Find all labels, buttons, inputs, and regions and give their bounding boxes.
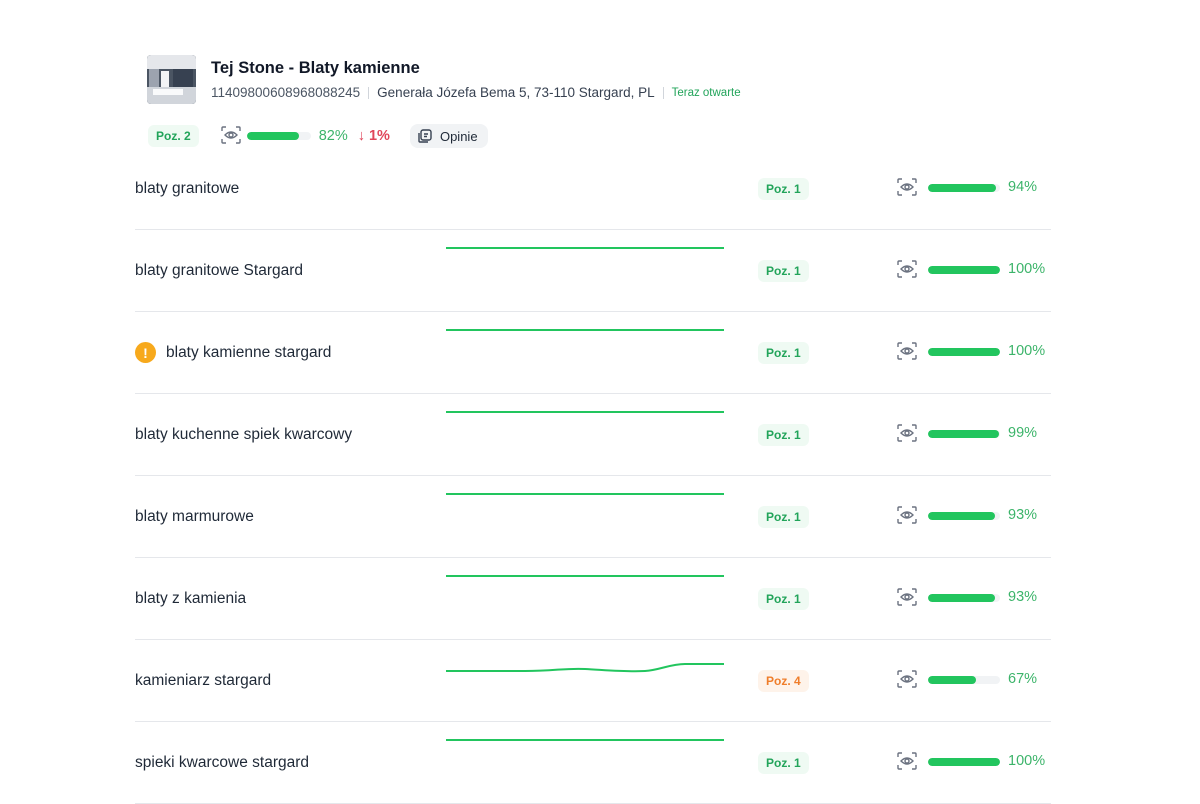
business-title: Tej Stone - Blaty kamienne: [211, 59, 420, 77]
visibility-bar: [928, 676, 1000, 684]
reviews-button-label: Opinie: [439, 128, 478, 144]
keyword-label: blaty marmurowe: [135, 507, 254, 525]
keyword-cell: ! blaty kamienne stargard: [135, 312, 331, 393]
visibility-bar-fill: [928, 758, 1000, 766]
business-header: Tej Stone - Blaty kamienne 1140980060896…: [147, 55, 947, 105]
open-status: Teraz otwarte: [671, 86, 741, 99]
business-address: Generała Józefa Bema 5, 73-110 Stargard,…: [377, 85, 655, 100]
visibility-percent: 99%: [1008, 425, 1038, 441]
summary-position-badge: Poz. 2: [148, 125, 199, 147]
trend-sparkline: [446, 329, 724, 331]
keyword-label: blaty granitowe Stargard: [135, 261, 304, 279]
trend-sparkline: [446, 493, 724, 495]
visibility-bar: [928, 266, 1000, 274]
divider: [368, 86, 370, 99]
position-badge: Poz. 1: [758, 588, 809, 610]
keyword-cell: blaty z kamienia: [135, 558, 246, 639]
visibility-bar: [928, 594, 1000, 602]
divider: [662, 86, 664, 99]
summary-visibility-fill: [246, 132, 300, 140]
keyword-label: spieki kwarcowe stargard: [135, 753, 310, 771]
visibility-bar: [928, 758, 1000, 766]
visibility-bar: [928, 512, 1000, 520]
trend-line: [446, 663, 724, 673]
business-id: 11409800608968088245: [211, 85, 361, 100]
reviews-icon: [418, 129, 432, 143]
visibility-percent: 93%: [1008, 507, 1038, 523]
visibility-icon: [897, 424, 919, 444]
position-badge: Poz. 1: [758, 342, 809, 364]
keyword-list: blaty granitowe Poz. 1 94% blaty granitowe …: [135, 148, 1051, 804]
keyword-label: kamieniarz stargard: [135, 671, 272, 689]
trend-sparkline: [446, 247, 724, 249]
keyword-row[interactable]: blaty marmurowe Poz. 1 93%: [135, 476, 1051, 558]
summary-bar: Poz. 2 82% ↓ 1% Opinie: [147, 124, 488, 148]
position-badge: Poz. 4: [758, 670, 809, 692]
visibility-icon: [897, 342, 919, 362]
visibility-bar-fill: [928, 676, 977, 684]
visibility-bar-fill: [928, 266, 1000, 274]
keyword-row[interactable]: blaty z kamienia Poz. 1 93%: [135, 558, 1051, 640]
visibility-icon: [897, 588, 919, 608]
visibility-icon: [897, 670, 919, 690]
visibility-bar-fill: [928, 348, 1000, 356]
position-badge: Poz. 1: [758, 260, 809, 282]
visibility-bar: [928, 430, 1000, 438]
summary-visibility-bar: [246, 132, 311, 140]
keyword-cell: kamieniarz stargard: [135, 640, 271, 721]
warning-icon[interactable]: !: [135, 342, 156, 363]
visibility-bar: [928, 348, 1000, 356]
visibility-icon: [897, 178, 919, 198]
keyword-cell: spieki kwarcowe stargard: [135, 722, 309, 803]
visibility-bar-fill: [928, 512, 995, 520]
visibility-percent: 94%: [1008, 179, 1038, 195]
keyword-row[interactable]: blaty granitowe Stargard Poz. 1 100%: [135, 230, 1051, 312]
visibility-bar-fill: [928, 430, 1000, 438]
position-badge: Poz. 1: [758, 178, 809, 200]
visibility-icon: [897, 752, 919, 772]
keyword-cell: blaty granitowe: [135, 148, 239, 229]
visibility-bar-fill: [928, 184, 996, 192]
keyword-cell: blaty kuchenne spiek kwarcowy: [135, 394, 352, 475]
summary-visibility-percent: 82%: [318, 128, 348, 144]
position-badge: Poz. 1: [758, 506, 809, 528]
visibility-bar: [928, 184, 1000, 192]
visibility-change: ↓ 1%: [357, 128, 390, 144]
visibility-percent: 100%: [1008, 261, 1046, 277]
visibility-percent: 100%: [1008, 343, 1046, 359]
keyword-row[interactable]: blaty granitowe Poz. 1 94%: [135, 148, 1051, 230]
keyword-row[interactable]: blaty kuchenne spiek kwarcowy Poz. 1 99%: [135, 394, 1051, 476]
visibility-icon: [897, 260, 919, 280]
keyword-cell: blaty marmurowe: [135, 476, 254, 557]
keyword-label: blaty z kamienia: [135, 589, 247, 607]
visibility-percent: 100%: [1008, 753, 1046, 769]
position-badge: Poz. 1: [758, 752, 809, 774]
visibility-icon: [897, 506, 919, 526]
position-badge: Poz. 1: [758, 424, 809, 446]
visibility-bar-fill: [928, 594, 995, 602]
trend-sparkline: [446, 411, 724, 413]
keyword-cell: blaty granitowe Stargard: [135, 230, 303, 311]
keyword-label: blaty kuchenne spiek kwarcowy: [135, 425, 353, 443]
trend-sparkline: [446, 575, 724, 577]
keyword-row[interactable]: kamieniarz stargard Poz. 4 67%: [135, 640, 1051, 722]
keyword-label: blaty granitowe: [135, 179, 240, 197]
visibility-percent: 93%: [1008, 589, 1038, 605]
visibility-icon: [220, 126, 243, 146]
reviews-button[interactable]: Opinie: [409, 124, 488, 148]
trend-sparkline: [446, 739, 724, 741]
business-thumbnail[interactable]: [147, 55, 196, 104]
visibility-percent: 67%: [1008, 671, 1038, 687]
business-meta: 11409800608968088245 Generała Józefa Bem…: [211, 85, 741, 100]
keyword-row[interactable]: ! blaty kamienne stargard Poz. 1 100%: [135, 312, 1051, 394]
keyword-label: blaty kamienne stargard: [166, 343, 332, 361]
keyword-row[interactable]: spieki kwarcowe stargard Poz. 1 100%: [135, 722, 1051, 804]
trend-sparkline: [446, 663, 724, 673]
